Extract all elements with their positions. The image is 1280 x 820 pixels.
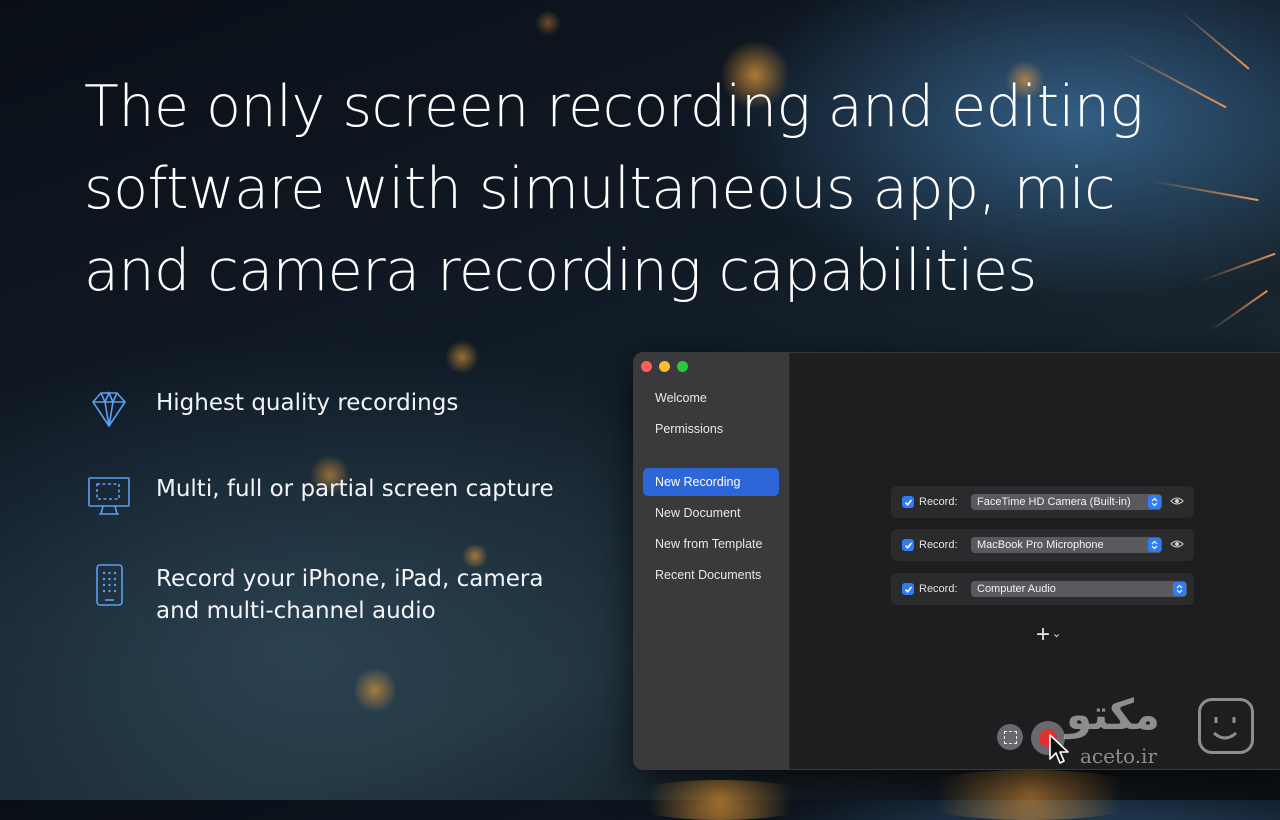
feature-text: Record your iPhone, iPad, camera and mul… [156, 566, 544, 624]
headline: The only screen recording and editing so… [84, 66, 1144, 312]
sidebar-item-permissions[interactable]: Permissions [643, 415, 779, 443]
sidebar: Welcome Permissions New Recording New Do… [634, 353, 790, 769]
feature-screen-capture: Multi, full or partial screen capture [86, 473, 576, 519]
source-checkbox-microphone[interactable] [902, 539, 914, 551]
zoom-window-button[interactable] [677, 361, 688, 372]
feature-devices: Record your iPhone, iPad, camera and mul… [86, 563, 576, 627]
chevron-down-icon: ⌄ [1052, 627, 1062, 640]
region-select-button[interactable] [997, 724, 1023, 750]
feature-text: Multi, full or partial screen capture [156, 476, 554, 502]
sidebar-item-new-from-template[interactable]: New from Template [643, 530, 779, 558]
phone-icon [86, 563, 132, 609]
source-label: Record: [919, 539, 958, 551]
camera-select[interactable]: FaceTime HD Camera (Built-in) [971, 494, 1162, 510]
smiley-icon [1198, 698, 1254, 754]
add-source-button[interactable]: + ⌄ [1036, 623, 1061, 647]
window-controls [641, 361, 688, 372]
feature-quality: Highest quality recordings [86, 387, 576, 433]
select-chevron-icon [1148, 495, 1161, 509]
source-checkbox-camera[interactable] [902, 496, 914, 508]
source-label: Record: [919, 496, 958, 508]
computer-audio-select[interactable]: Computer Audio [971, 581, 1187, 597]
source-row-camera: Record: FaceTime HD Camera (Built-in) [891, 486, 1194, 518]
minimize-window-button[interactable] [659, 361, 670, 372]
sidebar-item-recent-documents[interactable]: Recent Documents [643, 561, 779, 589]
source-checkbox-computer-audio[interactable] [902, 583, 914, 595]
close-window-button[interactable] [641, 361, 652, 372]
feature-text: Highest quality recordings [156, 390, 459, 416]
preview-eye-icon[interactable] [1170, 493, 1184, 511]
headline-line-3: and camera recording capabilities [84, 238, 1037, 304]
source-row-microphone: Record: MacBook Pro Microphone [891, 529, 1194, 561]
watermark: مکتو aceto.ir [1066, 690, 1266, 780]
select-chevron-icon [1173, 582, 1186, 596]
watermark-url: aceto.ir [1080, 744, 1158, 768]
watermark-logo: مکتو [1066, 690, 1160, 739]
plus-icon: + [1036, 621, 1051, 648]
source-label: Record: [919, 583, 958, 595]
dashed-square-icon [1003, 730, 1017, 744]
headline-line-1: The only screen recording and editing [84, 74, 1144, 140]
sidebar-item-new-document[interactable]: New Document [643, 499, 779, 527]
source-row-computer-audio: Record: Computer Audio [891, 573, 1194, 605]
screen-selection-icon [86, 473, 132, 519]
headline-line-2: software with simultaneous app, mic [84, 156, 1116, 222]
select-chevron-icon [1148, 538, 1161, 552]
sidebar-item-welcome[interactable]: Welcome [643, 384, 779, 412]
preview-eye-icon[interactable] [1170, 536, 1184, 554]
sidebar-item-new-recording[interactable]: New Recording [643, 468, 779, 496]
microphone-select[interactable]: MacBook Pro Microphone [971, 537, 1162, 553]
diamond-icon [86, 387, 132, 433]
